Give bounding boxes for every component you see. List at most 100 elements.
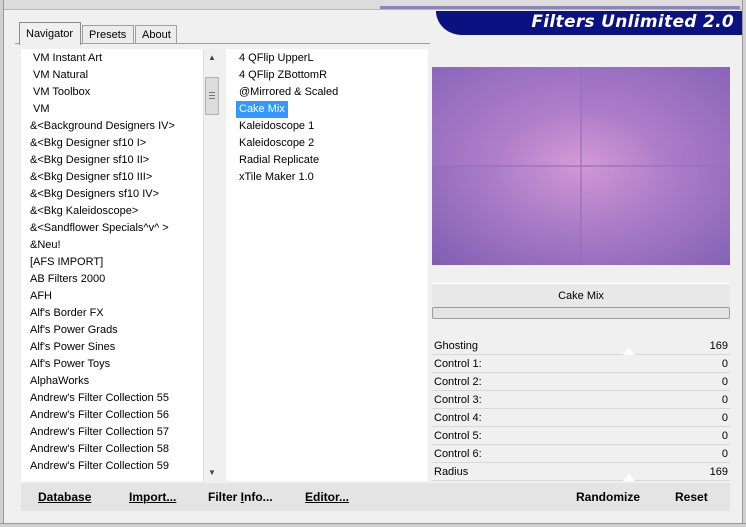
- category-item[interactable]: AFH: [30, 288, 52, 305]
- slider-track: [432, 354, 730, 355]
- window-bottom-border: [0, 523, 746, 527]
- control-label: Ghosting: [434, 340, 479, 352]
- category-list[interactable]: VM Instant Art VM Natural VM Toolbox VM &<Ba…: [21, 49, 220, 481]
- category-item[interactable]: AB Filters 2000: [30, 271, 105, 288]
- category-item[interactable]: Alf's Border FX: [30, 305, 104, 322]
- category-item[interactable]: Alf's Power Toys: [30, 356, 110, 373]
- control-slider[interactable]: Control 5: 0: [432, 428, 730, 446]
- window-right-border: [742, 0, 746, 527]
- tab-label: Navigator: [26, 28, 74, 40]
- control-label: Control 2:: [434, 376, 482, 388]
- filter-item[interactable]: Kaleidoscope 1: [236, 118, 317, 135]
- filter-item[interactable]: 4 QFlip ZBottomR: [236, 67, 330, 84]
- filter-item[interactable]: @Mirrored & Scaled: [236, 84, 341, 101]
- button-text: ditor...: [313, 490, 350, 504]
- control-slider[interactable]: Control 6: 0: [432, 446, 730, 464]
- filter-list[interactable]: 4 QFlip UpperL 4 QFlip ZBottomR @Mirrored …: [226, 49, 428, 481]
- category-item[interactable]: &<Bkg Designer sf10 II>: [30, 152, 149, 169]
- preview-quadrant: [581, 166, 730, 265]
- category-item[interactable]: &<Sandflower Specials^v^ >: [30, 220, 169, 237]
- slider-track: [432, 372, 730, 373]
- app-banner: Filters Unlimited 2.0: [436, 11, 742, 35]
- window-left-border: [0, 0, 4, 527]
- filter-info-button[interactable]: Filter Info...: [208, 489, 273, 505]
- control-value: 0: [721, 412, 728, 424]
- control-slider[interactable]: Control 4: 0: [432, 410, 730, 428]
- control-slider[interactable]: Control 3: 0: [432, 392, 730, 410]
- control-value: 0: [721, 448, 728, 460]
- filter-item[interactable]: Kaleidoscope 2: [236, 135, 317, 152]
- slider-track: [432, 480, 730, 481]
- category-item[interactable]: &Neu!: [30, 237, 61, 254]
- slider-track: [432, 426, 730, 427]
- control-label: Control 6:: [434, 448, 482, 460]
- control-value: 169: [709, 466, 728, 478]
- control-label: Control 1:: [434, 358, 482, 370]
- category-item[interactable]: AlphaWorks: [30, 373, 89, 390]
- category-item[interactable]: Alf's Power Grads: [30, 322, 118, 339]
- category-item[interactable]: VM Natural: [33, 67, 88, 84]
- category-item[interactable]: Andrew's Filter Collection 55: [30, 390, 169, 407]
- filter-item[interactable]: 4 QFlip UpperL: [236, 50, 317, 67]
- button-text: atabase: [46, 490, 92, 504]
- filter-item[interactable]: Radial Replicate: [236, 152, 322, 169]
- filter-item[interactable]: xTile Maker 1.0: [236, 169, 317, 186]
- randomize-button[interactable]: Randomize: [576, 489, 640, 505]
- tab-label: Presets: [89, 29, 127, 41]
- control-slider[interactable]: Control 2: 0: [432, 374, 730, 392]
- control-value: 0: [721, 358, 728, 370]
- control-slider[interactable]: Control 1: 0: [432, 356, 730, 374]
- category-item[interactable]: Andrew's Filter Collection 58: [30, 441, 169, 458]
- category-item[interactable]: VM Toolbox: [33, 84, 90, 101]
- slider-thumb[interactable]: [623, 348, 635, 355]
- category-scrollbar[interactable]: ▲ ▼: [203, 49, 220, 481]
- control-label: Control 4:: [434, 412, 482, 424]
- category-item[interactable]: &<Bkg Designers sf10 IV>: [30, 186, 159, 203]
- progress-bar: [432, 307, 730, 319]
- scroll-thumb[interactable]: [205, 77, 219, 115]
- database-button[interactable]: Database: [38, 489, 91, 505]
- preview-quadrant: [581, 67, 730, 166]
- button-text: Im: [129, 490, 144, 504]
- category-item[interactable]: Alf's Power Sines: [30, 339, 115, 356]
- button-text: Filter: [208, 490, 241, 504]
- title-grip: [380, 6, 740, 9]
- category-item[interactable]: Andrew's Filter Collection 59: [30, 458, 169, 475]
- tab-navigator[interactable]: Navigator: [19, 22, 81, 45]
- category-item[interactable]: &<Bkg Kaleidoscope>: [30, 203, 138, 220]
- slider-thumb[interactable]: [623, 474, 635, 481]
- preview-seam: [432, 165, 730, 167]
- filter-item[interactable]: Cake Mix: [236, 101, 288, 118]
- category-item[interactable]: [AFS IMPORT]: [30, 254, 103, 271]
- scroll-down-icon[interactable]: ▼: [204, 464, 220, 481]
- category-item[interactable]: &<Bkg Designer sf10 I>: [30, 135, 146, 152]
- import-button[interactable]: Import...: [129, 489, 176, 505]
- button-text: nfo...: [244, 490, 273, 504]
- scroll-up-icon[interactable]: ▲: [204, 49, 220, 66]
- control-slider[interactable]: Ghosting 169: [432, 338, 730, 356]
- button-text: Randomize: [576, 490, 641, 504]
- control-slider[interactable]: Radius 169: [432, 464, 730, 482]
- control-value: 0: [721, 376, 728, 388]
- category-item[interactable]: VM Instant Art: [33, 50, 102, 67]
- reset-button[interactable]: Reset: [675, 489, 708, 505]
- category-item[interactable]: &<Bkg Designer sf10 III>: [30, 169, 152, 186]
- category-item[interactable]: &<Background Designers IV>: [30, 118, 175, 135]
- tab-label: About: [142, 29, 171, 41]
- tab-presets[interactable]: Presets: [82, 25, 134, 44]
- control-label: Control 3:: [434, 394, 482, 406]
- grip-line: [209, 98, 215, 99]
- filter-name-display: Cake Mix: [432, 283, 730, 307]
- category-item[interactable]: Andrew's Filter Collection 56: [30, 407, 169, 424]
- preview-quadrant: [432, 67, 581, 166]
- app-title: Filters Unlimited 2.0: [531, 12, 734, 32]
- slider-track: [432, 444, 730, 445]
- control-value: 0: [721, 430, 728, 442]
- preview-image: [432, 67, 730, 265]
- category-item[interactable]: VM: [33, 101, 50, 118]
- tab-about[interactable]: About: [135, 25, 177, 44]
- editor-button[interactable]: Editor...: [305, 489, 349, 505]
- button-text: ort...: [150, 490, 177, 504]
- category-item[interactable]: Andrew's Filter Collection 57: [30, 424, 169, 441]
- grip-line: [209, 92, 215, 93]
